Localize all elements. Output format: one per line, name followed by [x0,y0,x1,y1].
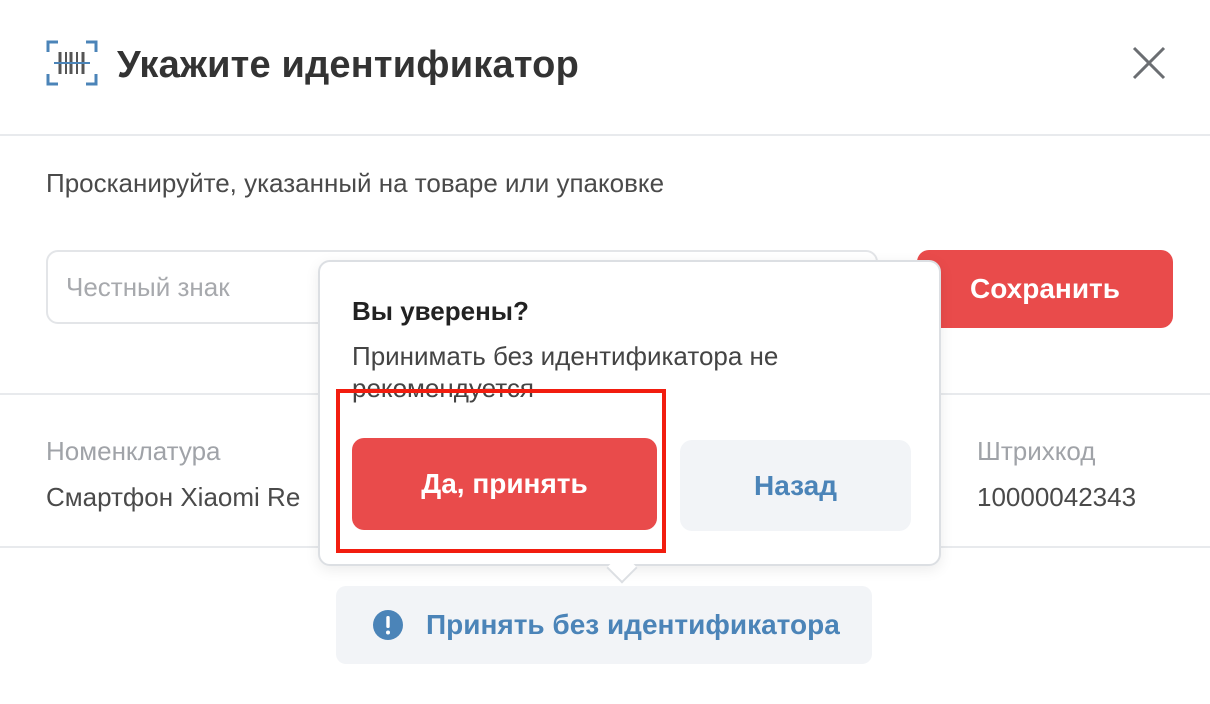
dialog-title: Укажите идентификатор [117,44,579,86]
dialog-header: Укажите идентификатор [0,0,1210,136]
info-icon [373,610,403,640]
popover-title: Вы уверены? [352,296,529,326]
back-button[interactable]: Назад [680,440,911,531]
barcode-label: Штрихкод [977,436,1096,466]
close-icon[interactable] [1124,38,1174,88]
barcode-scan-icon [46,40,98,86]
nomenclature-label: Номенклатура [46,436,221,466]
accept-without-identifier-button[interactable]: Принять без идентификатора [336,586,872,664]
instruction-text: Просканируйте, указанный на товаре или у… [46,168,665,198]
barcode-value: 10000042343 [977,482,1137,512]
nomenclature-value: Смартфон Xiaomi Re [46,482,301,512]
accept-without-identifier-label: Принять без идентификатора [426,609,840,640]
identifier-dialog: Укажите идентификатор Просканируйте, ука… [0,0,1210,704]
save-button[interactable]: Сохранить [917,250,1173,328]
popover-message: Принимать без идентификатора не рекоменд… [352,341,779,403]
confirm-accept-button[interactable]: Да, принять [352,438,657,530]
